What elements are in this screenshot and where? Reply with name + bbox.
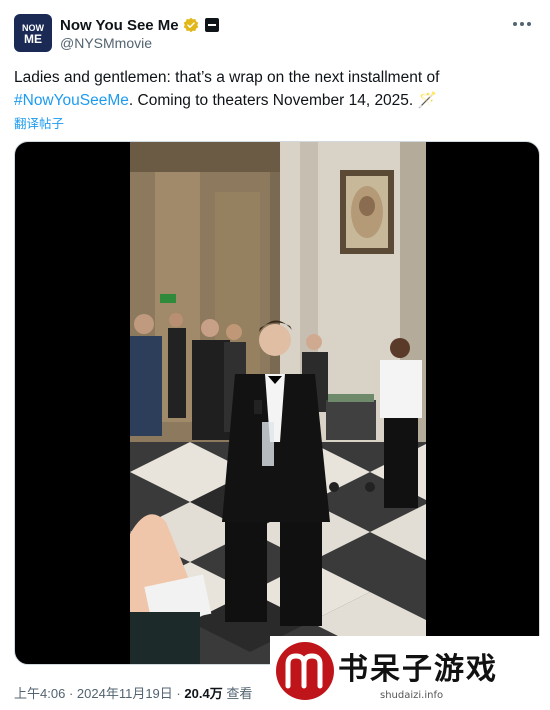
translate-post-link[interactable]: 翻译帖子	[14, 113, 64, 132]
handle[interactable]: @NYSMmovie	[60, 35, 152, 51]
more-options-icon[interactable]	[510, 16, 534, 32]
dot	[513, 22, 517, 26]
views-label: 查看	[226, 686, 253, 701]
watermark-subtitle: shudaizi.info	[380, 690, 444, 701]
tweet-header: NOW ME Now You See Me @NYSMmovie	[14, 12, 536, 56]
magic-wand-emoji: 🪄	[417, 92, 437, 109]
display-name[interactable]: Now You See Me	[60, 17, 179, 34]
nysm-logo-icon: NOW ME	[19, 20, 47, 46]
hashtag-link[interactable]: #NowYouSeeMe	[14, 92, 129, 109]
video-player[interactable]	[14, 141, 540, 665]
dot	[527, 22, 531, 26]
meta-separator: ·	[68, 686, 74, 701]
affiliate-badge-icon[interactable]	[204, 18, 219, 32]
dot	[520, 22, 524, 26]
name-row: Now You See Me	[60, 15, 219, 35]
tweet-text: Ladies and gentlemen: that’s a wrap on t…	[14, 66, 534, 112]
meta-separator: ·	[176, 686, 181, 701]
avatar[interactable]: NOW ME	[14, 14, 52, 52]
tweet-date[interactable]: 2024年11月19日	[77, 686, 173, 701]
tweet-meta: 上午4:06 · 2024年11月19日 · 20.4万 查看	[14, 683, 252, 702]
site-watermark: 书呆子游戏 shudaizi.info	[270, 636, 550, 710]
tweet-text-prefix: Ladies and gentlemen: that’s a wrap on t…	[14, 69, 440, 86]
verified-badge-icon[interactable]	[183, 17, 199, 33]
watermark-title: 书呆子游戏	[338, 652, 498, 687]
svg-text:ME: ME	[24, 32, 42, 46]
views-count: 20.4万	[184, 686, 223, 701]
video-frame	[130, 142, 426, 664]
shudaizi-logo-icon	[276, 642, 334, 700]
tweet-text-suffix: . Coming to theaters November 14, 2025.	[128, 92, 418, 109]
tweet-time[interactable]: 上午4:06	[14, 686, 65, 701]
